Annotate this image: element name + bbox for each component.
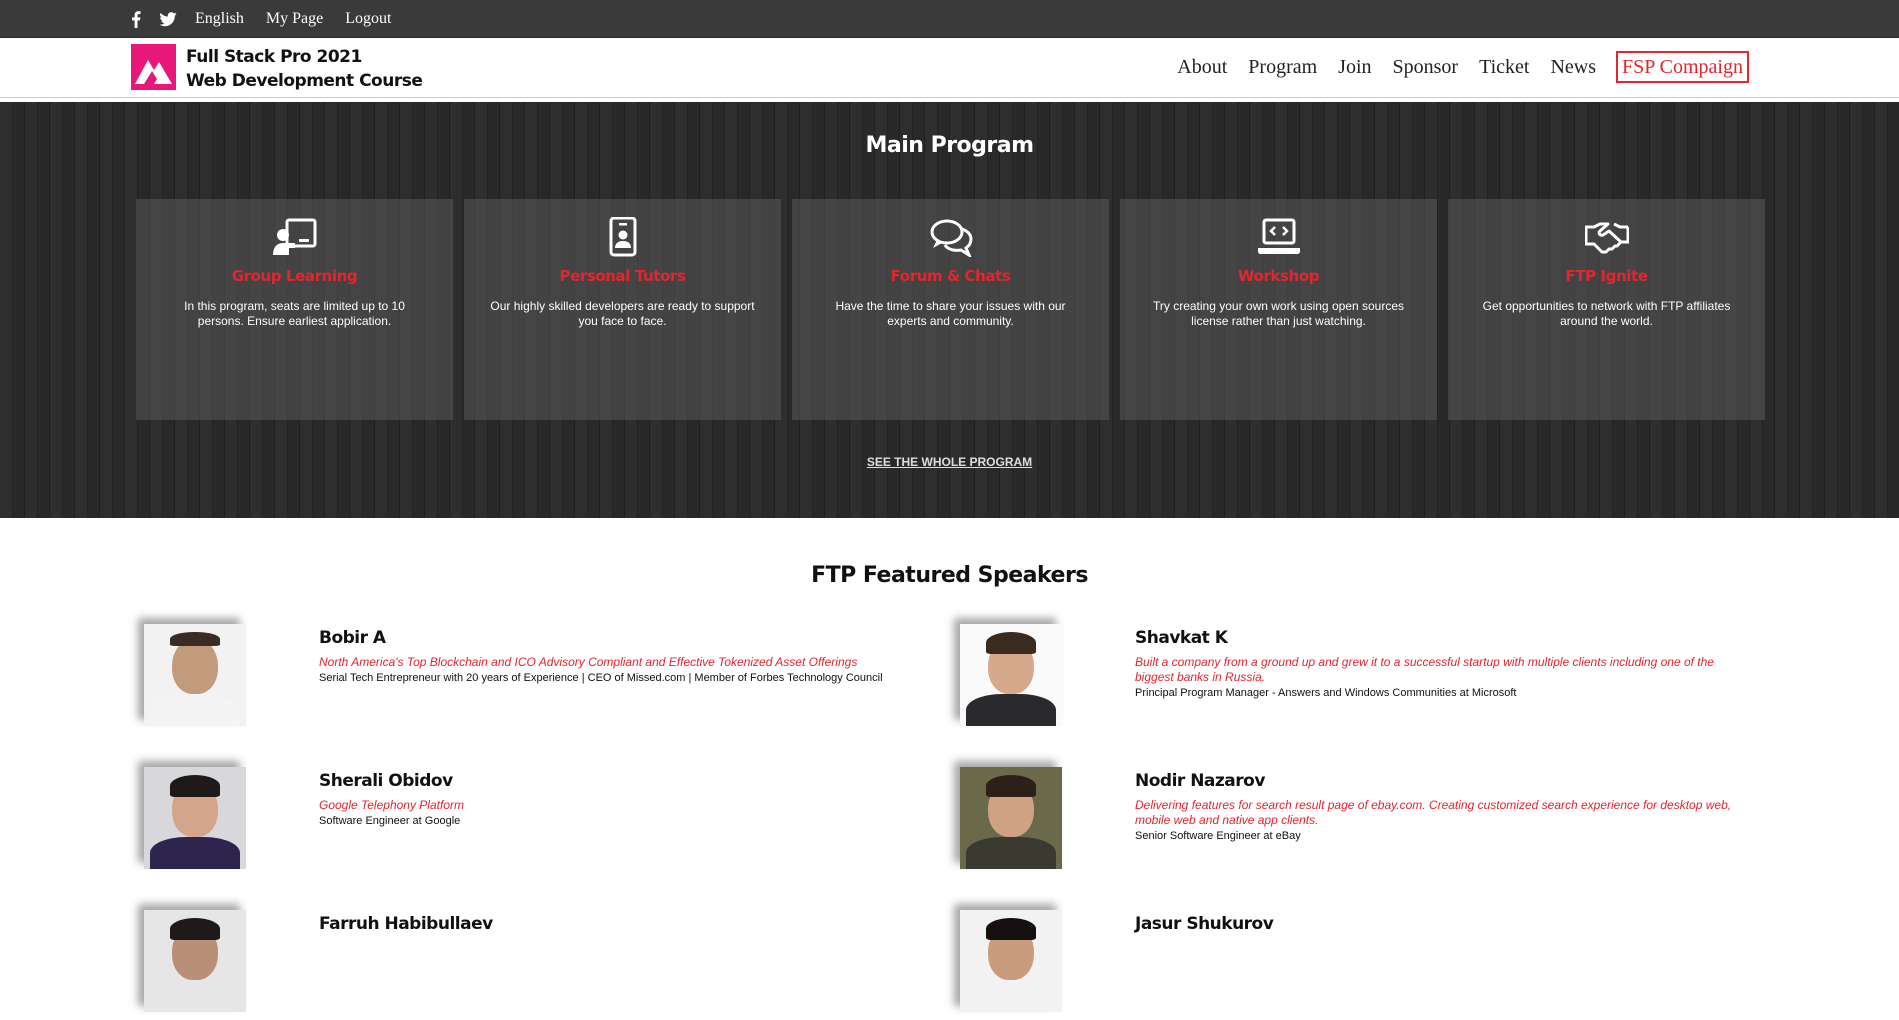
speaker-name: Farruh Habibullaev (319, 914, 493, 934)
card-title: Group Learning (231, 267, 358, 285)
speaker-name: Shavkat K (1135, 628, 1228, 648)
speaker-card[interactable]: Nodir Nazarov Delivering features for se… (952, 767, 1772, 877)
speaker-name: Sherali Obidov (319, 771, 453, 791)
brand-line-1: Full Stack Pro 2021 (186, 47, 362, 67)
main-program-section: Main Program Group Learning In this prog… (0, 102, 1899, 518)
section-title: Main Program (865, 133, 1034, 158)
program-cards: Group Learning In this program, seats ar… (136, 199, 1765, 420)
card-text: Our highly skilled developers are ready … (490, 299, 755, 328)
speaker-card[interactable]: Farruh Habibullaev (136, 910, 956, 1020)
speaker-card[interactable]: Bobir A North America's Top Blockchain a… (136, 624, 956, 734)
program-card-group-learning: Group Learning In this program, seats ar… (136, 199, 453, 420)
card-text: In this program, seats are limited up to… (184, 299, 405, 328)
card-title: Workshop (1237, 267, 1320, 285)
speaker-photo (960, 767, 1062, 869)
speaker-tagline: North America's Top Blockchain and ICO A… (319, 655, 858, 669)
logo[interactable] (131, 44, 176, 90)
speaker-tagline: Google Telephony Platform (319, 798, 464, 812)
nav-fsp-campaign-button[interactable]: FSP Compaign (1616, 51, 1749, 83)
speaker-card[interactable]: Jasur Shukurov (952, 910, 1772, 1020)
handshake-icon (1584, 222, 1629, 254)
top-utility-bar: English My Page Logout (0, 0, 1899, 38)
speaker-name: Nodir Nazarov (1135, 771, 1265, 791)
program-card-workshop: Workshop Try creating your own work usin… (1120, 199, 1437, 420)
logout-link[interactable]: Logout (345, 10, 391, 28)
speakers-section-title: FTP Featured Speakers (811, 563, 1088, 588)
speaker-photo (144, 624, 246, 726)
card-text: Try creating your own work using open so… (1152, 299, 1404, 328)
speaker-role: Principal Program Manager - Answers and … (1135, 687, 1517, 699)
speaker-photo (144, 767, 246, 869)
my-page-link[interactable]: My Page (266, 10, 323, 28)
main-nav: About Program Join Sponsor Ticket News F… (1156, 51, 1749, 83)
nav-sponsor[interactable]: Sponsor (1393, 56, 1459, 79)
speaker-photo (144, 910, 246, 1012)
speaker-name: Bobir A (319, 628, 386, 648)
speaker-card[interactable]: Sherali Obidov Google Telephony Platform… (136, 767, 956, 877)
speaker-tagline: Delivering features for search result pa… (1135, 798, 1732, 827)
card-title: Forum & Chats (890, 267, 1011, 285)
nav-join[interactable]: Join (1338, 56, 1371, 79)
speaker-tagline: Built a company from a ground up and gre… (1135, 655, 1714, 684)
card-text: Get opportunities to network with FTP af… (1482, 299, 1731, 328)
speaker-role: Senior Software Engineer at eBay (1135, 830, 1301, 842)
laptop-code-icon (1257, 218, 1300, 254)
speaker-card[interactable]: Shavkat K Built a company from a ground … (952, 624, 1772, 734)
card-title: Personal Tutors (559, 267, 686, 285)
id-badge-icon (609, 217, 636, 257)
speaker-name: Jasur Shukurov (1135, 914, 1274, 934)
see-whole-program-link[interactable]: SEE THE WHOLE PROGRAM (867, 455, 1032, 469)
brand-title[interactable]: Full Stack Pro 2021 Web Development Cour… (186, 45, 423, 93)
program-card-forum-chats: Forum & Chats Have the time to share you… (792, 199, 1109, 420)
speaker-role: Software Engineer at Google (319, 815, 461, 827)
nav-program[interactable]: Program (1248, 56, 1317, 79)
language-link[interactable]: English (195, 10, 244, 28)
program-card-ftp-ignite: FTP Ignite Get opportunities to network … (1448, 199, 1765, 420)
speaker-photo (960, 910, 1062, 1012)
speaker-photo (960, 624, 1062, 726)
card-text: Have the time to share your issues with … (835, 299, 1066, 328)
chat-bubbles-icon (930, 219, 973, 257)
see-program-container: SEE THE WHOLE PROGRAM (0, 453, 1899, 471)
facebook-icon[interactable] (131, 10, 141, 28)
nav-about[interactable]: About (1177, 56, 1227, 79)
speaker-role: Serial Tech Entrepreneur with 20 years o… (319, 672, 883, 684)
twitter-icon[interactable] (159, 11, 177, 27)
program-card-personal-tutors: Personal Tutors Our highly skilled devel… (464, 199, 781, 420)
nav-ticket[interactable]: Ticket (1479, 56, 1529, 79)
teacher-board-icon (272, 218, 316, 255)
card-title: FTP Ignite (1565, 267, 1648, 285)
nav-news[interactable]: News (1550, 56, 1596, 79)
brand-line-2: Web Development Course (186, 71, 423, 91)
site-header: Full Stack Pro 2021 Web Development Cour… (0, 38, 1899, 98)
